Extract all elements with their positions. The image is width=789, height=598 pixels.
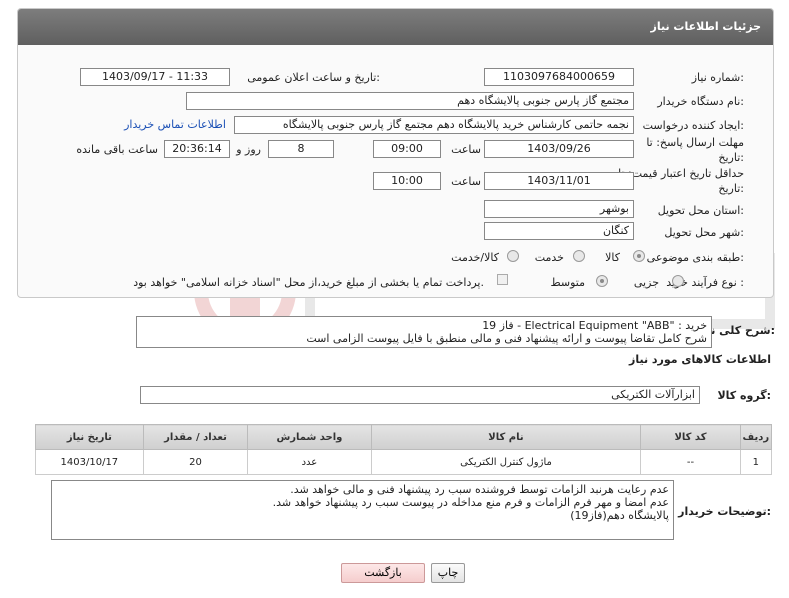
col-qty: تعداد / مقدار [142, 424, 249, 450]
summary-line-2: شرح کامل تقاضا پیوست و ارائه پیشنهاد فنی… [306, 332, 707, 345]
deadline-time-label: ساعت [451, 143, 481, 156]
need-number-field: 1103097684000659 [484, 68, 634, 86]
goods-table: ردیف کد کالا نام کالا واحد شمارش تعداد /… [35, 424, 773, 475]
buyer-notes-line-3: پالایشگاه دهم(فاز19) [570, 509, 669, 522]
buyer-org-field: مجتمع گاز پارس جنوبی پالایشگاه دهم [186, 92, 634, 110]
cell-row: 1 [739, 449, 773, 475]
table-row: 1 -- ماژول کنترل الکتریکی عدد 20 1403/10… [35, 449, 773, 475]
back-button[interactable]: بازگشت [341, 563, 425, 583]
panel-header: جزئیات اطلاعات نیاز [18, 9, 773, 45]
buyer-notes-line-2: عدم امضا و مهر فرم الزامات و فرم منع مدا… [272, 496, 669, 509]
process-radio-minor[interactable] [672, 275, 684, 287]
goods-group-field: ابزارآلات الکتریکی [140, 386, 700, 404]
city-field: کنگان [484, 222, 634, 240]
deadline-time-field: 09:00 [373, 140, 441, 158]
cell-date: 1403/10/17 [35, 449, 144, 475]
creator-label: ایجاد کننده درخواست: [642, 119, 744, 132]
table-header-row: ردیف کد کالا نام کالا واحد شمارش تعداد /… [35, 424, 773, 450]
province-label: استان محل تحویل: [657, 204, 744, 217]
announce-datetime-field: 1403/09/17 - 11:33 [80, 68, 230, 86]
remaining-label: ساعت باقی مانده [76, 143, 158, 156]
announce-label: تاریخ و ساعت اعلان عمومی: [247, 71, 380, 84]
validity-time-field: 10:00 [373, 172, 441, 190]
deadline-label: مهلت ارسال پاسخ: تا [646, 136, 744, 149]
cell-name: ماژول کنترل الکتریکی [370, 449, 642, 475]
category-option-goods: کالا [605, 251, 620, 264]
buyer-contact-link[interactable]: اطلاعات تماس خریدار [124, 118, 226, 131]
col-row: ردیف [739, 424, 773, 450]
process-option-medium: متوسط [550, 276, 585, 289]
page-title: جزئیات اطلاعات نیاز [650, 20, 762, 33]
category-radio-goods[interactable] [633, 250, 645, 262]
city-label: شهر محل تحویل: [664, 226, 744, 239]
days-field: 8 [268, 140, 334, 158]
need-number-label: شماره نیاز: [691, 71, 744, 84]
cell-qty: 20 [142, 449, 249, 475]
col-date: تاریخ نیاز [35, 424, 144, 450]
col-code: کد کالا [640, 424, 741, 450]
validity-label: حداقل تاریخ اعتبار قیمت: تا [618, 167, 744, 180]
category-radio-service[interactable] [573, 250, 585, 262]
category-option-service: خدمت [534, 251, 564, 264]
goods-group-label: گروه کالا: [717, 389, 771, 402]
days-label: روز و [236, 143, 261, 156]
category-label: طبقه بندی موضوعی: [646, 251, 744, 264]
treasury-checkbox[interactable] [497, 274, 508, 285]
province-field: بوشهر [484, 200, 634, 218]
summary-line-1: خرید : "Electrical Equipment "ABB - فاز … [482, 319, 707, 332]
col-name: نام کالا [370, 424, 642, 450]
buyer-org-label: نام دستگاه خریدار: [657, 95, 744, 108]
deadline-date-label: تاریخ: [718, 151, 744, 164]
print-button[interactable]: چاپ [431, 563, 465, 583]
remaining-time-field: 20:36:14 [164, 140, 230, 158]
buyer-notes-label: توضیحات خریدار: [678, 505, 771, 518]
process-radio-medium[interactable] [596, 275, 608, 287]
goods-section-title: اطلاعات کالاهای مورد نیاز [629, 353, 771, 366]
cell-unit: عدد [247, 449, 372, 475]
process-option-minor: جزیی [633, 276, 659, 289]
validity-date-field: 1403/11/01 [484, 172, 634, 190]
category-option-goods-service: کالا/خدمت [451, 251, 499, 264]
category-radio-goods-service[interactable] [507, 250, 519, 262]
buyer-notes-line-1: عدم رعایت هرنبد الزامات توسط فروشنده سبب… [290, 483, 669, 496]
deadline-date-field: 1403/09/26 [484, 140, 634, 158]
buyer-notes-textarea: عدم رعایت هرنبد الزامات توسط فروشنده سبب… [51, 480, 674, 540]
summary-textarea: خرید : "Electrical Equipment "ABB - فاز … [136, 316, 712, 348]
validity-time-label: ساعت [451, 175, 481, 188]
creator-field: نجمه حاتمی کارشناس خرید پالایشگاه دهم مج… [234, 116, 634, 134]
validity-date-label: تاریخ: [718, 182, 744, 195]
cell-code: -- [640, 449, 741, 475]
treasury-note: پرداخت تمام یا بخشی از مبلغ خرید،از محل … [133, 276, 484, 289]
col-unit: واحد شمارش [247, 424, 372, 450]
